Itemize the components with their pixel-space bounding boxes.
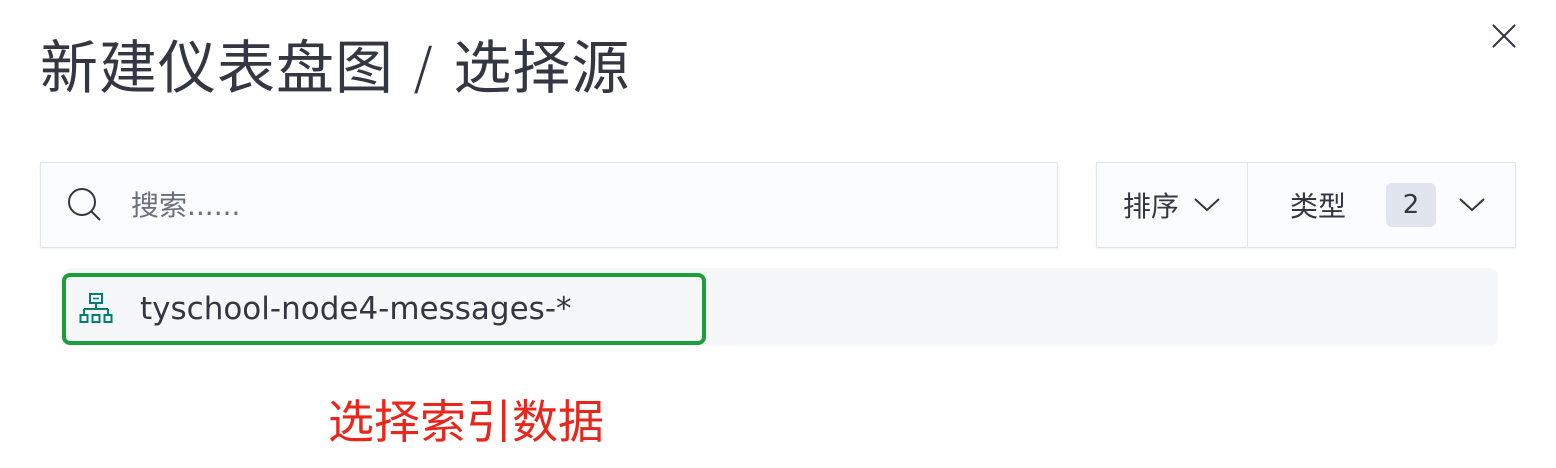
type-filter-button[interactable]: 类型 2 <box>1248 163 1515 247</box>
type-label: 类型 <box>1290 190 1347 223</box>
close-button[interactable] <box>1484 16 1524 56</box>
filter-group: 排序 类型 2 <box>1096 162 1516 248</box>
list-item[interactable]: tyschool-node4-messages-* <box>62 273 706 345</box>
index-pattern-icon <box>78 291 114 327</box>
sort-button[interactable]: 排序 <box>1097 163 1248 247</box>
chevron-down-icon <box>1458 197 1486 213</box>
search-icon <box>65 185 105 225</box>
close-icon <box>1492 24 1516 48</box>
dialog-title: 新建仪表盘图 / 选择源 <box>40 34 631 102</box>
chevron-down-icon <box>1193 197 1221 213</box>
sort-label: 排序 <box>1122 190 1179 223</box>
annotation-text: 选择索引数据 <box>328 395 604 449</box>
search-input[interactable] <box>129 174 1013 236</box>
search-field[interactable] <box>40 162 1058 248</box>
list-item-label: tyschool-node4-messages-* <box>140 291 572 327</box>
new-dashboard-panel-dialog: 新建仪表盘图 / 选择源 排序 类型 2 <box>0 0 1556 468</box>
type-count-badge: 2 <box>1386 183 1437 227</box>
